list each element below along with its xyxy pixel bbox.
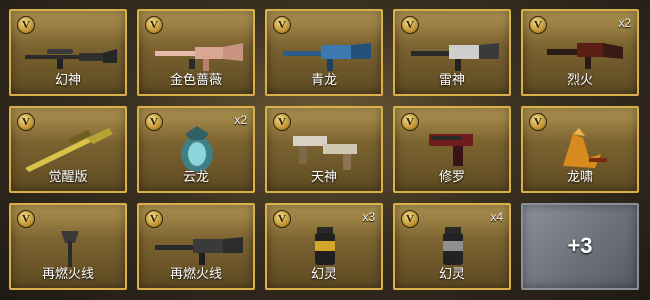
rifle-icon	[411, 43, 499, 71]
grenade-icon	[443, 227, 463, 265]
rifle-icon	[283, 43, 371, 71]
item-name: 修罗	[438, 169, 465, 184]
item-tile[interactable]: V 龙啸	[521, 106, 639, 193]
item-name: 幻灵	[310, 266, 337, 281]
item-tile[interactable]: V 再燃火线	[9, 203, 127, 290]
item-name: 雷神	[438, 72, 465, 87]
item-tile[interactable]: V x4 幻灵	[393, 203, 511, 290]
item-name: 金色蔷薇	[169, 72, 222, 87]
item-tile[interactable]: V 幻神	[9, 9, 127, 96]
item-name: 幻神	[54, 72, 81, 87]
item-tile[interactable]: V x2 云龙	[137, 106, 255, 193]
more-items-count: +3	[567, 233, 593, 258]
dragon-emblem-icon	[181, 126, 213, 172]
reward-grid: V 幻神 V 金色蔷薇 V 青龙 V 雷神 V x2 烈火 V 觉醒版 V x2…	[9, 9, 641, 291]
rifle-icon	[547, 43, 623, 69]
item-tile[interactable]: V 天神	[265, 106, 383, 193]
dragon-blade-icon	[563, 128, 607, 168]
sniper-rifle-icon	[25, 49, 117, 69]
item-name: 幻灵	[438, 266, 465, 281]
item-name: 觉醒版	[48, 169, 88, 184]
sniper-rifle-icon	[25, 128, 113, 172]
item-name: 再燃火线	[169, 266, 222, 281]
pistol-icon	[429, 134, 473, 166]
item-tile[interactable]: V 觉醒版	[9, 106, 127, 193]
item-name: 云龙	[182, 169, 209, 184]
item-tile[interactable]: V 修罗	[393, 106, 511, 193]
grenade-icon	[315, 227, 335, 265]
item-name: 天神	[310, 169, 337, 184]
item-tile[interactable]: V 雷神	[393, 9, 511, 96]
item-tile[interactable]: V x2 烈火	[521, 9, 639, 96]
item-tile[interactable]: V 金色蔷薇	[137, 9, 255, 96]
item-tile[interactable]: V 青龙	[265, 9, 383, 96]
item-name: 青龙	[310, 72, 337, 87]
item-tile[interactable]: V x3 幻灵	[265, 203, 383, 290]
dual-pistols-icon	[293, 136, 357, 170]
more-items-button[interactable]: +3	[521, 203, 639, 290]
rifle-icon	[155, 237, 243, 265]
rifle-icon	[155, 43, 243, 71]
item-tile[interactable]: V 再燃火线	[137, 203, 255, 290]
axe-icon	[61, 231, 79, 267]
item-name: 烈火	[566, 72, 593, 87]
item-name: 再燃火线	[41, 266, 94, 281]
item-name: 龙啸	[566, 169, 593, 184]
